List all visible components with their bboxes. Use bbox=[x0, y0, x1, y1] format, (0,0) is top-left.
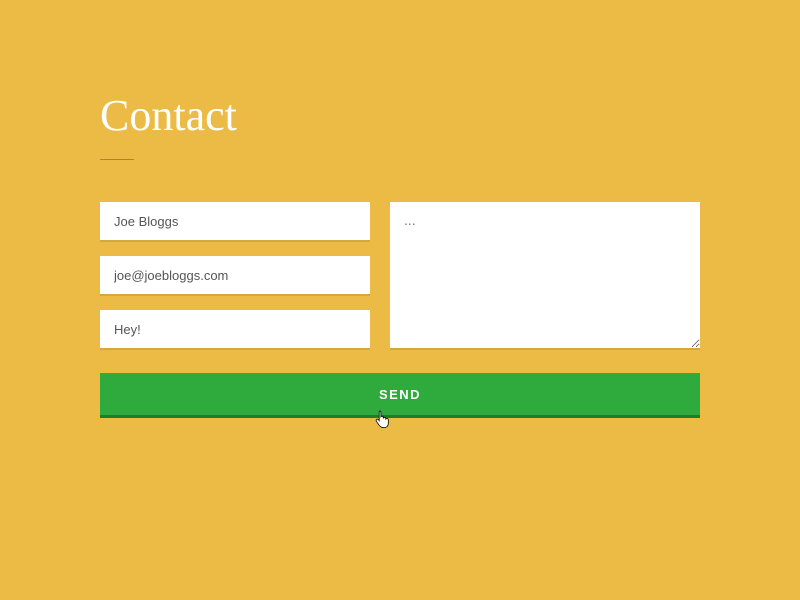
submit-row: SEND bbox=[100, 373, 700, 415]
page-title: Contact bbox=[100, 90, 700, 141]
email-input[interactable] bbox=[100, 256, 370, 294]
contact-form bbox=[100, 202, 700, 353]
subject-input[interactable] bbox=[100, 310, 370, 348]
title-underline bbox=[100, 159, 134, 160]
message-textarea[interactable] bbox=[390, 202, 700, 348]
send-button[interactable]: SEND bbox=[100, 373, 700, 415]
left-column bbox=[100, 202, 370, 353]
right-column bbox=[390, 202, 700, 353]
name-input[interactable] bbox=[100, 202, 370, 240]
